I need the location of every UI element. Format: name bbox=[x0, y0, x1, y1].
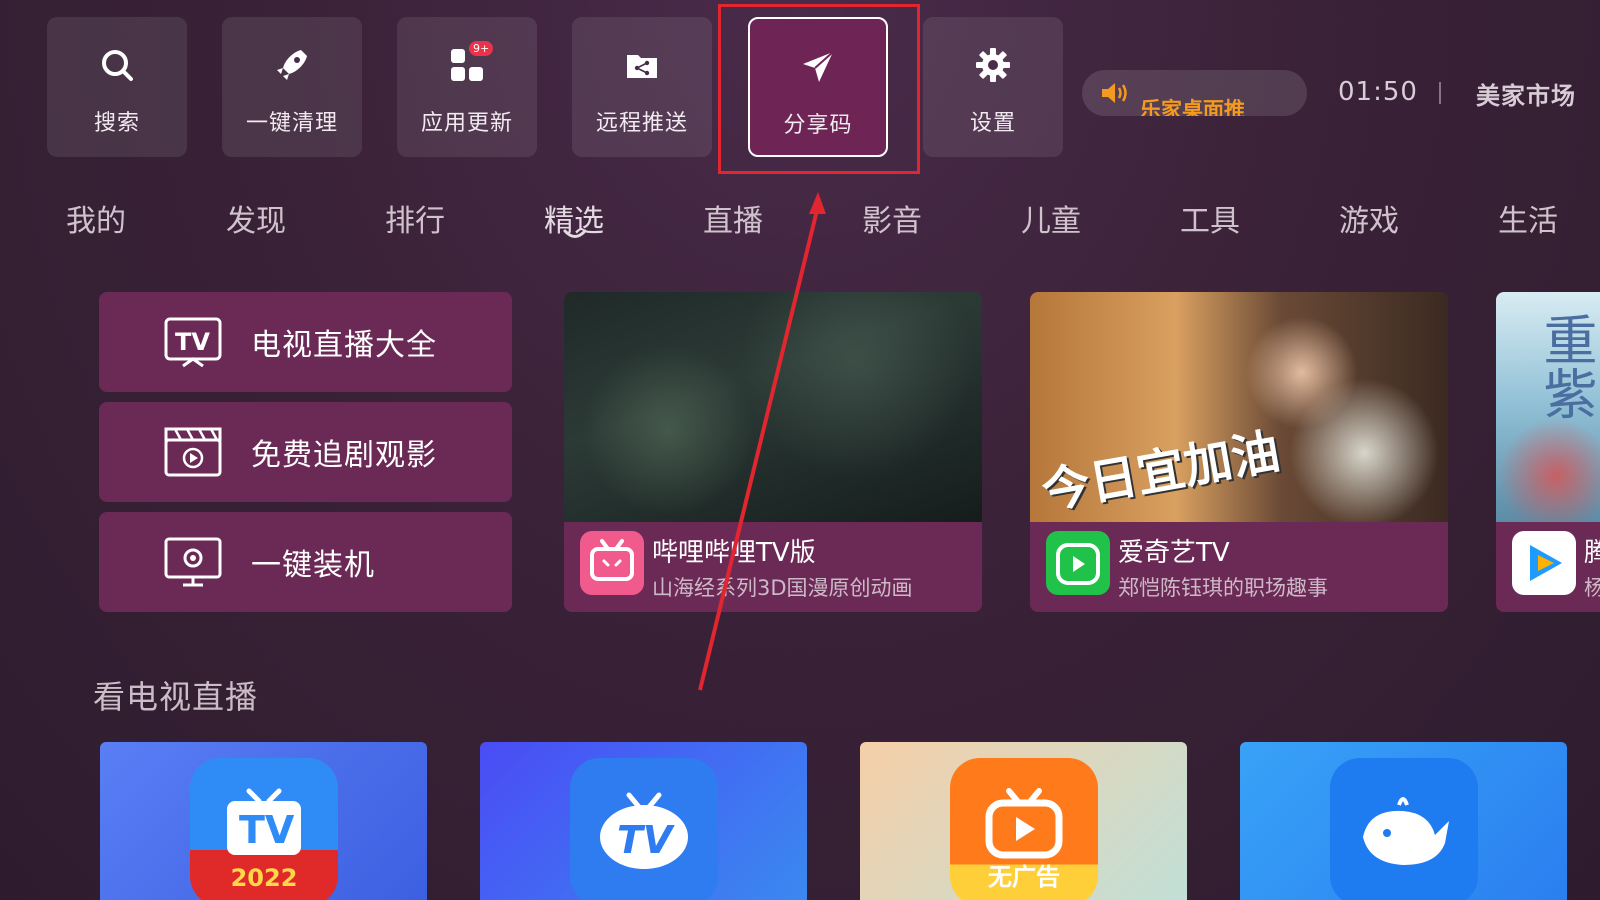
tab-tools[interactable]: 工具 bbox=[1180, 196, 1240, 240]
svg-text:TV: TV bbox=[239, 808, 295, 852]
live-app-tile[interactable]: TV bbox=[480, 742, 807, 900]
section-title: 看电视直播 bbox=[93, 678, 259, 716]
status-divider bbox=[1439, 82, 1441, 104]
search-icon bbox=[97, 45, 137, 85]
card-bilibili[interactable]: 哔哩哔哩TV版 山海经系列3D国漫原创动画 bbox=[564, 292, 982, 612]
card-thumbnail bbox=[564, 292, 982, 522]
notice-text: 乐家桌面推 bbox=[1140, 98, 1245, 116]
share-folder-icon bbox=[622, 45, 662, 85]
update-badge: 9+ bbox=[469, 41, 494, 56]
iqiyi-icon bbox=[1046, 531, 1110, 595]
speaker-icon bbox=[1100, 80, 1130, 110]
notice-ticker[interactable]: 乐家桌面推 bbox=[1082, 70, 1307, 116]
svg-text:TV: TV bbox=[617, 818, 675, 862]
tool-label: 一键清理 bbox=[245, 111, 338, 136]
tab-discover[interactable]: 发现 bbox=[226, 196, 286, 240]
poster-text: 今日宜加油 bbox=[1037, 423, 1284, 521]
shortcut-label: 电视直播大全 bbox=[251, 328, 437, 363]
live-app-tile[interactable]: TV 2022 bbox=[100, 742, 427, 900]
tool-label: 应用更新 bbox=[420, 111, 513, 136]
tool-remote-push[interactable]: 远程推送 bbox=[572, 17, 712, 157]
tab-live[interactable]: 直播 bbox=[703, 196, 763, 240]
shortcut-one-click-install[interactable]: 一键装机 bbox=[99, 512, 512, 612]
tab-games[interactable]: 游戏 bbox=[1339, 196, 1399, 240]
clock: 01:50 bbox=[1338, 77, 1418, 107]
tv-icon: TV bbox=[161, 314, 225, 370]
poster-text: 重紫 bbox=[1534, 312, 1597, 420]
card-title: 爱奇艺TV bbox=[1118, 538, 1230, 568]
whale-icon bbox=[1330, 758, 1478, 900]
tab-ranking[interactable]: 排行 bbox=[385, 196, 445, 240]
shortcut-label: 一键装机 bbox=[251, 548, 375, 583]
rocket-icon bbox=[272, 45, 312, 85]
tab-mine[interactable]: 我的 bbox=[66, 196, 126, 240]
card-title: 腾 bbox=[1584, 538, 1600, 568]
tab-kids[interactable]: 儿童 bbox=[1021, 196, 1081, 240]
tv-2022-icon: TV 2022 bbox=[190, 758, 338, 900]
tool-label: 搜索 bbox=[93, 111, 140, 136]
monitor-gear-icon bbox=[161, 534, 225, 590]
card-thumbnail: 重紫 bbox=[1496, 292, 1600, 522]
live-app-tile[interactable]: 无广告 bbox=[860, 742, 1187, 900]
card-tencent[interactable]: 重紫 腾 杨 bbox=[1496, 292, 1600, 612]
card-iqiyi[interactable]: 今日宜加油 爱奇艺TV 郑恺陈钰琪的职场趣事 bbox=[1030, 292, 1448, 612]
play-tv-icon: 无广告 bbox=[950, 758, 1098, 900]
tv-cloud-icon: TV bbox=[570, 758, 718, 900]
tile-badge: 2022 bbox=[230, 864, 298, 892]
annotation-highlight-box bbox=[718, 4, 920, 174]
card-subtitle: 郑恺陈钰琪的职场趣事 bbox=[1118, 576, 1328, 600]
active-tab-indicator bbox=[563, 229, 587, 238]
card-thumbnail: 今日宜加油 bbox=[1030, 292, 1448, 522]
tool-one-click-clean[interactable]: 一键清理 bbox=[222, 17, 362, 157]
live-app-tile[interactable] bbox=[1240, 742, 1567, 900]
shortcut-free-drama[interactable]: 免费追剧观影 bbox=[99, 402, 512, 502]
svg-text:TV: TV bbox=[175, 328, 210, 356]
tile-badge: 无广告 bbox=[988, 863, 1060, 891]
card-subtitle: 杨 bbox=[1584, 576, 1600, 600]
tool-app-update[interactable]: 9+ 应用更新 bbox=[397, 17, 537, 157]
clapperboard-icon bbox=[161, 424, 225, 480]
tool-label: 设置 bbox=[969, 111, 1016, 136]
tool-search[interactable]: 搜索 bbox=[47, 17, 187, 157]
gear-icon bbox=[973, 45, 1013, 85]
apps-grid-icon: 9+ bbox=[447, 41, 494, 85]
card-title: 哔哩哔哩TV版 bbox=[652, 538, 816, 568]
tool-settings[interactable]: 设置 bbox=[923, 17, 1063, 157]
tool-label: 远程推送 bbox=[595, 111, 688, 136]
tab-life[interactable]: 生活 bbox=[1498, 196, 1558, 240]
shortcut-label: 免费追剧观影 bbox=[251, 438, 437, 473]
bilibili-icon bbox=[580, 531, 644, 595]
store-label[interactable]: 美家市场 bbox=[1476, 76, 1576, 111]
card-subtitle: 山海经系列3D国漫原创动画 bbox=[652, 576, 913, 600]
tab-media[interactable]: 影音 bbox=[862, 196, 922, 240]
tencent-video-icon bbox=[1512, 531, 1576, 595]
shortcut-tv-live[interactable]: TV 电视直播大全 bbox=[99, 292, 512, 392]
